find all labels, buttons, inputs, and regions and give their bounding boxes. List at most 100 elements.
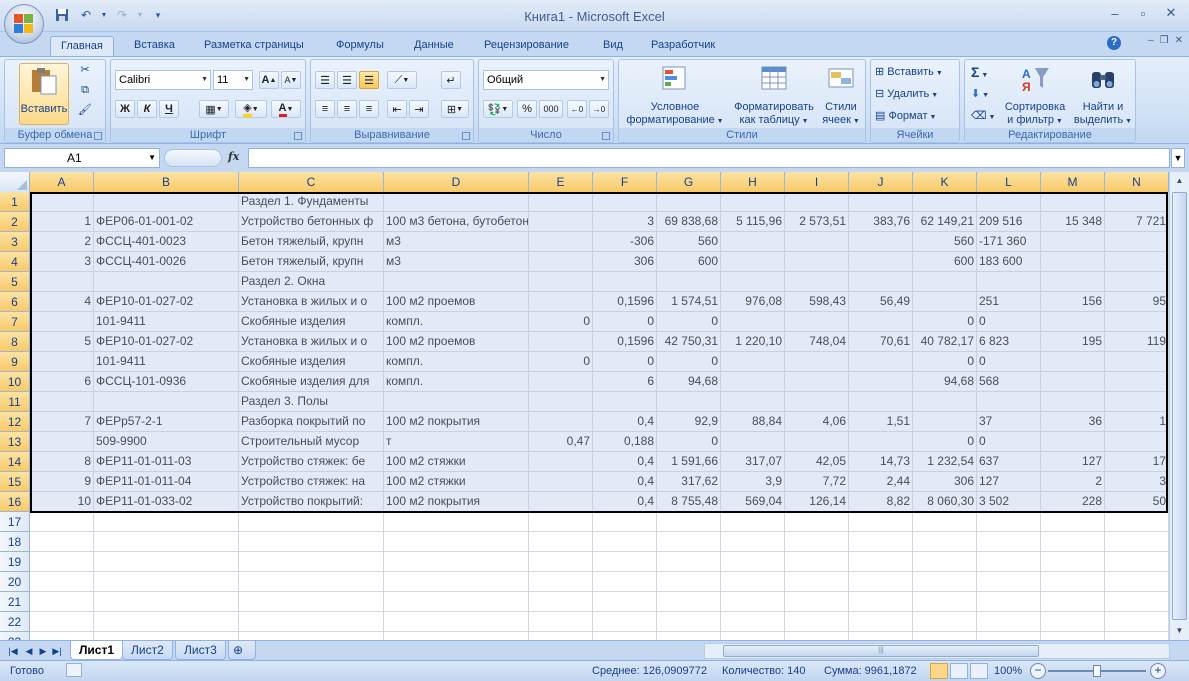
cell-h5[interactable] — [721, 272, 785, 292]
cell-c16[interactable]: Устройство покрытий: — [239, 492, 384, 512]
italic-button[interactable]: К — [137, 100, 157, 118]
cell-f9[interactable]: 0 — [593, 352, 657, 372]
cell-e15[interactable] — [529, 472, 593, 492]
cell-e6[interactable] — [529, 292, 593, 312]
cell-e23[interactable] — [529, 632, 593, 640]
cell-i4[interactable] — [785, 252, 849, 272]
cell-c12[interactable]: Разборка покрытий по — [239, 412, 384, 432]
column-header-b[interactable]: B — [94, 172, 239, 192]
cell-h11[interactable] — [721, 392, 785, 412]
cell-e20[interactable] — [529, 572, 593, 592]
cell-l17[interactable] — [977, 512, 1041, 532]
cell-i20[interactable] — [785, 572, 849, 592]
cell-c5[interactable]: Раздел 2. Окна — [239, 272, 384, 292]
cell-j20[interactable] — [849, 572, 913, 592]
font-size-combo[interactable]: 11 ▼ — [213, 70, 253, 90]
cell-d14[interactable]: 100 м2 стяжки — [384, 452, 529, 472]
cell-c17[interactable] — [239, 512, 384, 532]
cell-h21[interactable] — [721, 592, 785, 612]
conditional-formatting-button[interactable]: Условное форматирование ▼ — [623, 64, 727, 128]
row-header[interactable]: 6 — [0, 292, 30, 312]
workbook-minimize-button[interactable]: – — [1148, 35, 1154, 46]
zoom-level[interactable]: 100% — [994, 665, 1022, 677]
cell-i14[interactable]: 42,05 — [785, 452, 849, 472]
cell-b1[interactable] — [94, 192, 239, 212]
increase-decimal-button[interactable]: ←0 — [567, 100, 587, 118]
cell-h20[interactable] — [721, 572, 785, 592]
row-header[interactable]: 1 — [0, 192, 30, 212]
paste-button[interactable]: Вставить — [19, 63, 69, 125]
cell-l13[interactable]: 0 — [977, 432, 1041, 452]
column-header-d[interactable]: D — [384, 172, 529, 192]
orientation-button[interactable]: ⟋ ▼ — [387, 71, 417, 89]
cell-j17[interactable] — [849, 512, 913, 532]
cell-i7[interactable] — [785, 312, 849, 332]
cell-a14[interactable]: 8 — [30, 452, 94, 472]
cell-l8[interactable]: 6 823 — [977, 332, 1041, 352]
cell-l15[interactable]: 127 — [977, 472, 1041, 492]
sort-filter-button[interactable]: АЯ Сортировка и фильтр ▼ — [999, 64, 1071, 128]
workbook-close-button[interactable]: ✕ — [1175, 35, 1183, 46]
cell-c2[interactable]: Устройство бетонных ф — [239, 212, 384, 232]
cell-e4[interactable] — [529, 252, 593, 272]
cell-d8[interactable]: 100 м2 проемов — [384, 332, 529, 352]
cell-b23[interactable] — [94, 632, 239, 640]
cell-c8[interactable]: Установка в жилых и о — [239, 332, 384, 352]
cell-h7[interactable] — [721, 312, 785, 332]
cell-a11[interactable] — [30, 392, 94, 412]
cell-f10[interactable]: 6 — [593, 372, 657, 392]
cell-h1[interactable] — [721, 192, 785, 212]
cell-m11[interactable] — [1041, 392, 1105, 412]
scroll-up-icon[interactable]: ▲ — [1170, 172, 1189, 190]
cell-g20[interactable] — [657, 572, 721, 592]
column-header-f[interactable]: F — [593, 172, 657, 192]
currency-format-button[interactable]: 💱 ▼ — [483, 100, 513, 118]
cell-a23[interactable] — [30, 632, 94, 640]
tab-review[interactable]: Рецензирование — [474, 36, 579, 56]
cell-l21[interactable] — [977, 592, 1041, 612]
insert-function-button[interactable]: fx — [228, 150, 239, 163]
cell-k5[interactable] — [913, 272, 977, 292]
macro-record-icon[interactable] — [66, 663, 82, 677]
tab-formulas[interactable]: Формулы — [326, 36, 394, 56]
row-header[interactable]: 7 — [0, 312, 30, 332]
select-all-button[interactable] — [0, 172, 30, 192]
cell-f11[interactable] — [593, 392, 657, 412]
cell-d9[interactable]: компл. — [384, 352, 529, 372]
cell-h22[interactable] — [721, 612, 785, 632]
cell-h19[interactable] — [721, 552, 785, 572]
cell-b5[interactable] — [94, 272, 239, 292]
cell-c11[interactable]: Раздел 3. Полы — [239, 392, 384, 412]
cell-a18[interactable] — [30, 532, 94, 552]
cell-k17[interactable] — [913, 512, 977, 532]
sheet-tab-3[interactable]: Лист3 — [175, 641, 226, 660]
cell-d13[interactable]: т — [384, 432, 529, 452]
align-middle-button[interactable]: ☰ — [337, 71, 357, 89]
cell-l22[interactable] — [977, 612, 1041, 632]
cell-k15[interactable]: 306 — [913, 472, 977, 492]
row-header[interactable]: 10 — [0, 372, 30, 392]
cell-f4[interactable]: 306 — [593, 252, 657, 272]
format-as-table-button[interactable]: Форматировать как таблицу ▼ — [729, 64, 819, 128]
cell-g19[interactable] — [657, 552, 721, 572]
cell-i5[interactable] — [785, 272, 849, 292]
cell-d16[interactable]: 100 м2 покрытия — [384, 492, 529, 512]
cell-k7[interactable]: 0 — [913, 312, 977, 332]
tab-view[interactable]: Вид — [593, 36, 633, 56]
cell-e9[interactable]: 0 — [529, 352, 593, 372]
cell-n5[interactable] — [1105, 272, 1169, 292]
cell-m14[interactable]: 127 — [1041, 452, 1105, 472]
cell-j3[interactable] — [849, 232, 913, 252]
normal-view-icon[interactable] — [930, 663, 948, 679]
office-button[interactable] — [4, 4, 44, 44]
row-header[interactable]: 18 — [0, 532, 30, 552]
cell-d17[interactable] — [384, 512, 529, 532]
cell-k21[interactable] — [913, 592, 977, 612]
cell-d5[interactable] — [384, 272, 529, 292]
cell-j12[interactable]: 1,51 — [849, 412, 913, 432]
cell-e5[interactable] — [529, 272, 593, 292]
bold-button[interactable]: Ж — [115, 100, 135, 118]
cell-m17[interactable] — [1041, 512, 1105, 532]
cell-d18[interactable] — [384, 532, 529, 552]
cell-g22[interactable] — [657, 612, 721, 632]
